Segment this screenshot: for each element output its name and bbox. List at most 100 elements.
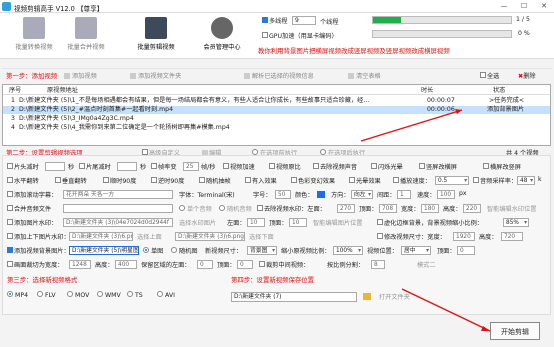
color-swatch[interactable] — [317, 191, 325, 198]
batch-edit-button[interactable]: 批量剪辑视频 — [130, 15, 182, 55]
table-row[interactable]: 2 D:\新建文件夹 (5)\2_#温点时刻首集#一起看时刻.mp4 00:00… — [3, 106, 550, 114]
single-audio-radio[interactable]: 单个音频 — [179, 204, 212, 213]
single-image-radio[interactable]: 单图 — [143, 246, 163, 255]
new-size-select[interactable]: 背景图 — [247, 246, 277, 255]
top-image-path[interactable]: D:\新建文件夹 (3)\6.png — [69, 232, 133, 241]
select-watermark-button[interactable]: 选择水印图片 — [179, 218, 216, 227]
add-video-button[interactable]: 添加视频 — [64, 71, 97, 80]
maximize-button[interactable]: ☐ — [514, 0, 534, 13]
smart-image-button[interactable]: 智能编辑图片位置 — [313, 218, 363, 227]
watermark-top-input[interactable]: 708 — [379, 204, 397, 213]
video-table[interactable]: 序号 原视频地址 时长 状态 1 D:\新建文件夹 (5)\1_不是每场相遇都会… — [2, 84, 551, 146]
playback-speed-checkbox[interactable]: 播放速度： — [393, 176, 431, 185]
select-top-button[interactable]: 选择上面 — [137, 232, 162, 241]
landscape-to-portrait-checkbox[interactable]: 横屏改竖屏 — [483, 162, 521, 171]
batch-convert-button[interactable]: 批量转换视频 — [8, 15, 60, 55]
crop-top-input[interactable]: 0 — [237, 260, 253, 269]
blur-border-checkbox[interactable]: 虚化边框背景，背景视频缩小比例： — [377, 218, 483, 227]
top-bottom-watermark-checkbox[interactable]: 添加上下图片水印： — [7, 232, 70, 241]
format-radio-wmv[interactable]: WMV — [97, 291, 121, 299]
position-select[interactable]: 居中 — [401, 246, 431, 255]
portrait-to-landscape-checkbox[interactable]: 竖屏改横屏 — [419, 162, 457, 171]
parse-button[interactable]: 解析已选择的视频信息 — [244, 71, 314, 80]
speed-input[interactable]: 100 — [437, 190, 455, 199]
add-folder-button[interactable]: 添加视频文件夹 — [130, 71, 181, 80]
crop-width-input[interactable]: 1248 — [69, 260, 91, 269]
rotate-ccw-checkbox[interactable]: 逆时90度 — [151, 176, 184, 185]
watermark-width-input[interactable]: 180 — [421, 204, 439, 213]
playback-speed-select[interactable]: 0.5 — [435, 176, 469, 185]
table-row[interactable]: 3 D:\新建文件夹 (5)\3_IMg0a4Zg3C.mp4 — [3, 115, 550, 123]
random-frame-checkbox[interactable]: 随机抽帧 — [199, 176, 231, 185]
rotate-cw-checkbox[interactable]: 顺时90度 — [103, 176, 136, 185]
image-watermark-path[interactable]: D:\新建文件夹 (3)\04e7024d0d2944f — [63, 218, 173, 227]
save-path-input[interactable]: D:\新建文件夹 (7) — [231, 292, 357, 302]
notice-link[interactable]: 教你利用背景图片把横屏视频改成竖屏视频及竖屏视频改成横屏视频 — [258, 46, 450, 55]
direction-select[interactable]: 向左 — [351, 190, 373, 199]
font-size-input[interactable]: 50 — [275, 190, 291, 199]
thread-count-input[interactable]: 9 — [292, 16, 316, 25]
batch-merge-button[interactable]: 批量合并视频 — [60, 15, 112, 55]
intro-cut-input[interactable] — [45, 162, 65, 171]
audio-path-input[interactable] — [63, 204, 173, 213]
format-radio-avi[interactable]: AVI — [157, 291, 175, 299]
bg-top-input[interactable]: 0 — [457, 246, 475, 255]
bg-image-checkbox[interactable]: 添加视频背景图片： — [7, 246, 70, 255]
scroll-subtitle-input[interactable]: 花开两朵 天各一方 — [63, 190, 173, 199]
intro-cut-checkbox[interactable]: 片头减时 — [7, 162, 39, 171]
watermark-height-input[interactable]: 220 — [463, 204, 481, 213]
bg-image-path[interactable]: D:\新建文件夹 (5)\明星图 — [69, 246, 139, 255]
crop-checkbox[interactable]: 画面裁切为宽度： — [7, 260, 64, 269]
image-left-input[interactable]: 10 — [247, 218, 265, 227]
close-button[interactable]: ✕ — [534, 0, 554, 13]
clear-table-button[interactable]: 清空表格 — [348, 71, 381, 80]
resize-checkbox[interactable]: 修改视频尺寸：宽度： — [377, 232, 446, 241]
sample-rate-select[interactable]: 48 — [517, 176, 535, 185]
format-radio-mp4[interactable]: MP4 — [7, 291, 28, 299]
open-folder-button[interactable]: 打开文件夹 — [379, 292, 410, 301]
original-ratio-checkbox[interactable]: 视频原比 — [269, 162, 301, 171]
random-image-radio[interactable]: 随机图 — [171, 246, 198, 255]
cut-middle-checkbox[interactable]: 裁剪中间视频： — [259, 260, 309, 269]
smart-watermark-button[interactable]: 智能编辑水印位置 — [487, 204, 537, 213]
scale-select[interactable]: 100% — [333, 246, 363, 255]
table-row[interactable]: 1 D:\新建文件夹 (5)\1_不是每场相遇都会有结果，但是每一场结局都会有意… — [3, 97, 550, 105]
format-radio-ts[interactable]: TS — [127, 291, 143, 299]
resize-height-input[interactable]: 720 — [501, 232, 523, 241]
glow-effect-checkbox[interactable]: 光晕效果 — [349, 176, 381, 185]
interval-input[interactable]: 1 — [397, 190, 411, 199]
merge-audio-checkbox[interactable]: 合并音频文件 — [7, 204, 51, 213]
select-all-checkbox[interactable]: 全选 — [480, 71, 499, 80]
vflip-checkbox[interactable]: 垂直翻转 — [55, 176, 87, 185]
blur-scale-select[interactable]: 85% — [503, 218, 529, 227]
outro-cut-checkbox[interactable]: 片尾减时 — [79, 162, 111, 171]
folder-icon[interactable] — [363, 293, 371, 300]
scroll-subtitle-checkbox[interactable]: 添加滚动字幕： — [7, 190, 57, 199]
gpu-checkbox[interactable]: GPU加速（用显卡编码） — [262, 31, 338, 40]
fade-in-checkbox[interactable]: 有入效果 — [245, 176, 277, 185]
remove-audio-checkbox[interactable]: 去除视频声音 — [313, 162, 357, 171]
format-radio-mov[interactable]: MOV — [67, 291, 89, 299]
select-bottom-button[interactable]: 选择下面 — [249, 232, 274, 241]
remove-watermark-checkbox[interactable]: 去除视频水印：左面： — [257, 204, 326, 213]
resize-width-input[interactable]: 1920 — [453, 232, 475, 241]
bottom-image-path[interactable]: D:\新建文件夹 (3)\6.png — [175, 232, 245, 241]
framerate-input[interactable]: 25 — [183, 162, 199, 171]
random-audio-radio[interactable]: 随机音频 — [219, 204, 252, 213]
table-row[interactable]: 4 D:\新建文件夹 (5)\4_我需你到来第二位确定是一个轮扬树即再集#模集.… — [3, 124, 550, 132]
image-top-input[interactable]: 10 — [289, 218, 307, 227]
crop-left-input[interactable]: 0 — [197, 260, 213, 269]
member-center-button[interactable]: 会员管理中心 — [196, 15, 248, 55]
delete-button[interactable]: ✖删除 — [518, 71, 536, 80]
flash-glow-checkbox[interactable]: 闪烁光晕 — [371, 162, 403, 171]
crop-height-input[interactable]: 400 — [115, 260, 137, 269]
watermark-left-input[interactable]: 270 — [337, 204, 355, 213]
image-watermark-checkbox[interactable]: 添加图片水印： — [7, 218, 57, 227]
outro-cut-input[interactable] — [117, 162, 137, 171]
sample-rate-checkbox[interactable]: 音频采样率： — [473, 176, 517, 185]
minimize-button[interactable]: — — [494, 0, 514, 13]
start-edit-button[interactable]: 开始剪辑 — [490, 322, 540, 340]
split-ratio-input[interactable]: 8 — [371, 260, 385, 269]
format-radio-flv[interactable]: FLV — [37, 291, 56, 299]
hflip-checkbox[interactable]: 水平翻转 — [7, 176, 39, 185]
